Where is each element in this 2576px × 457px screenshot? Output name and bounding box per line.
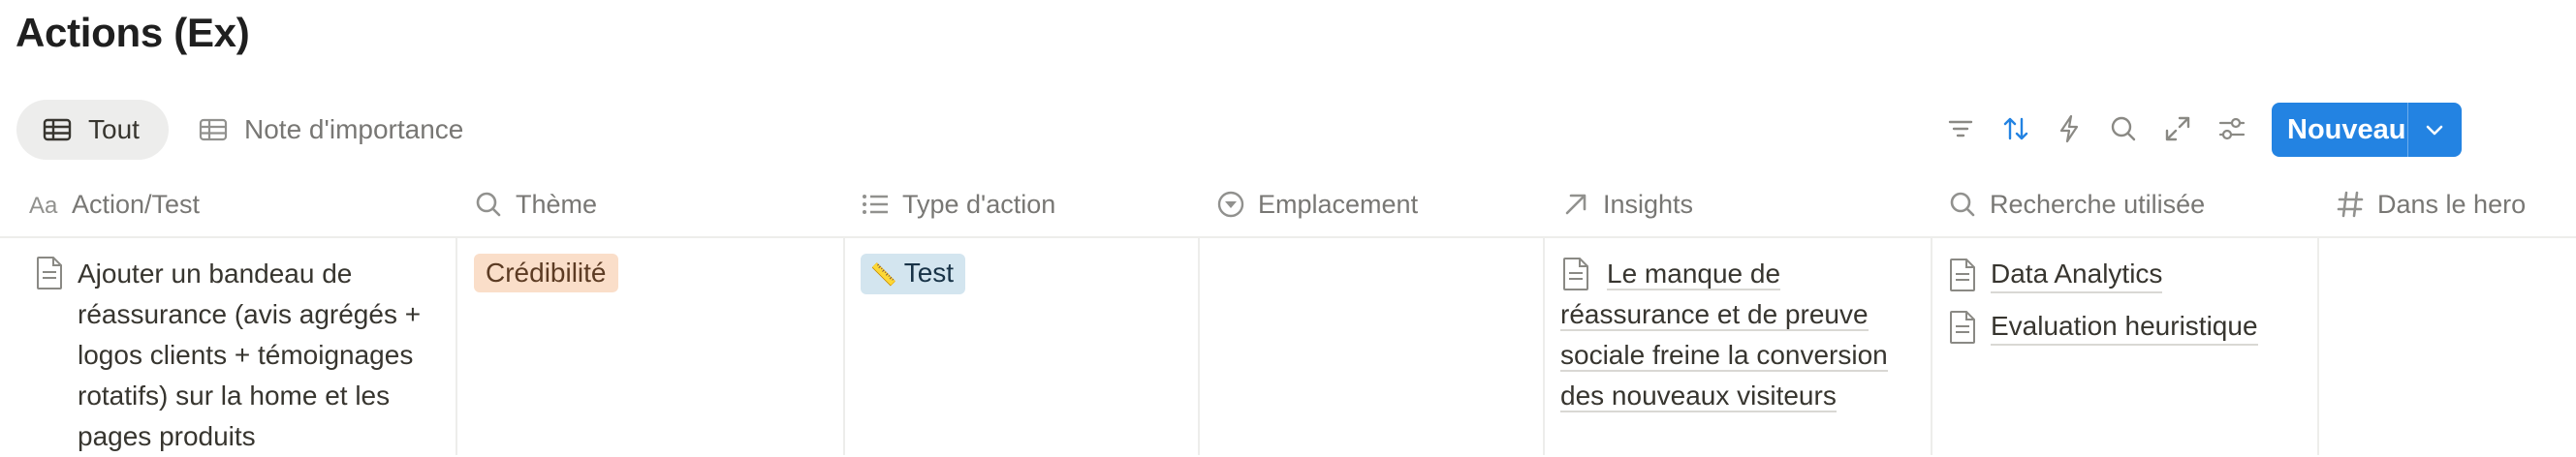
column-header-theme[interactable]: Thème (473, 172, 597, 236)
expand-icon[interactable] (2161, 112, 2194, 145)
table-icon (43, 118, 72, 141)
view-tab-label: Tout (88, 114, 140, 144)
table-header: Aa Action/Test Thème Type d'action Empla… (0, 172, 2576, 238)
new-dropdown-button[interactable] (2408, 118, 2462, 141)
theme-tag[interactable]: Crédibilité (474, 254, 618, 292)
column-header-label: Type d'action (902, 189, 1056, 219)
settings-icon[interactable] (2215, 112, 2248, 145)
view-tab-note-importance[interactable]: Note d'importance (198, 100, 463, 160)
column-header-emplacement[interactable]: Emplacement (1215, 172, 1418, 236)
select-icon (1217, 191, 1244, 218)
recherche-link-label: Data Analytics (1991, 257, 2163, 293)
text-type-icon: Aa (29, 193, 58, 219)
svg-text:Aa: Aa (29, 193, 58, 219)
page-title: Actions (Ex) (16, 10, 250, 55)
automation-icon[interactable] (2053, 112, 2086, 145)
table-row[interactable]: Ajouter un bandeau de réassurance (avis … (0, 238, 2576, 455)
page-icon (37, 257, 62, 289)
column-header-insights[interactable]: Insights (1560, 172, 1693, 236)
search-icon[interactable] (2107, 112, 2140, 145)
insight-link[interactable]: Le manque de réassurance et de preuve so… (1560, 254, 1929, 416)
sort-icon[interactable] (1999, 112, 2032, 145)
column-header-label: Emplacement (1258, 189, 1419, 219)
search-icon (1950, 192, 1975, 217)
list-icon (863, 195, 888, 214)
action-title[interactable]: Ajouter un bandeau de réassurance (avis … (78, 254, 446, 457)
column-header-action-test[interactable]: Aa Action/Test (29, 172, 200, 236)
page-icon (1950, 311, 1975, 344)
column-header-type-action[interactable]: Type d'action (860, 172, 1055, 236)
column-header-label: Recherche utilisée (1990, 189, 2206, 219)
column-header-dans-le-hero[interactable]: Dans le hero (2335, 172, 2526, 236)
column-header-label: Action/Test (72, 189, 201, 219)
ruler-icon: 📏 (870, 262, 897, 287)
type-tag[interactable]: 📏 Test (861, 254, 966, 294)
view-tab-tout[interactable]: Tout (16, 100, 169, 160)
insight-link-label: Le manque de réassurance et de preuve so… (1560, 259, 1888, 412)
page-icon (1950, 259, 1975, 291)
hash-icon (2337, 191, 2364, 218)
recherche-link-label: Evaluation heuristique (1991, 309, 2258, 346)
column-header-label: Dans le hero (2377, 189, 2527, 219)
view-tab-label: Note d'importance (244, 114, 464, 144)
relation-arrow-icon (1565, 194, 1586, 215)
type-tag-label: Test (903, 258, 955, 288)
filter-icon[interactable] (1944, 112, 1977, 145)
new-button[interactable]: Nouveau (2272, 103, 2462, 157)
new-button-label: Nouveau (2287, 113, 2406, 145)
column-header-label: Thème (516, 189, 598, 219)
column-header-label: Insights (1603, 189, 1694, 219)
recherche-link[interactable]: Data Analytics (1948, 257, 2163, 293)
search-icon (476, 192, 501, 217)
table-icon (199, 118, 228, 141)
recherche-link[interactable]: Evaluation heuristique (1948, 309, 2258, 346)
column-header-recherche[interactable]: Recherche utilisée (1947, 172, 2205, 236)
chevron-down-icon (2426, 125, 2443, 136)
